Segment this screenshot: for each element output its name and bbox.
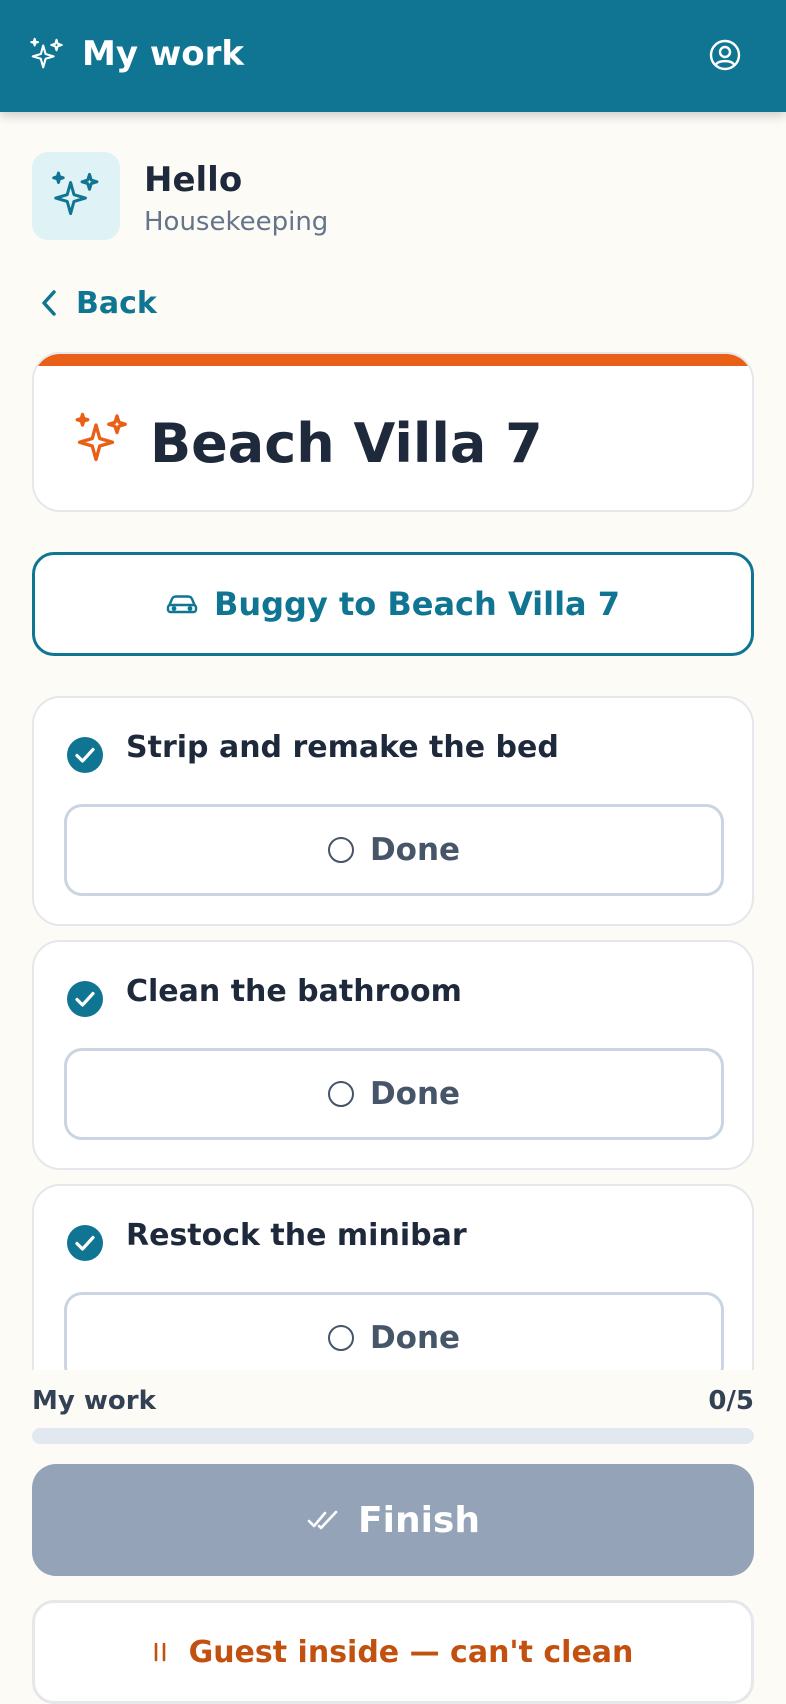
check-circle-icon: [67, 737, 103, 773]
radio-circle-icon: [327, 1081, 354, 1107]
finish-button[interactable]: Finish: [32, 1464, 754, 1576]
back-label: Back: [76, 285, 157, 321]
pause-icon: [154, 1642, 165, 1662]
check-circle-icon: [67, 1225, 103, 1261]
buggy-button[interactable]: Buggy to Beach Villa 7: [32, 552, 754, 656]
task-card: Clean the bathroom Done: [32, 940, 754, 1170]
task-card: Restock the minibar Done: [32, 1184, 754, 1370]
guest-inside-button[interactable]: Guest inside — can't clean: [32, 1600, 754, 1704]
check-circle-icon: [67, 981, 103, 1017]
progress-count: 0/5: [708, 1386, 754, 1416]
progress-label: My work: [32, 1386, 156, 1416]
done-button[interactable]: Done: [64, 804, 724, 896]
car-icon: [166, 595, 198, 614]
done-button[interactable]: Done: [64, 1292, 724, 1370]
app-header: My work: [0, 0, 786, 112]
room-card: Beach Villa 7: [32, 352, 754, 512]
buggy-label: Buggy to Beach Villa 7: [213, 585, 621, 623]
radio-circle-icon: [327, 1325, 354, 1351]
greeting-title: Hello: [144, 160, 243, 200]
done-label: Done: [369, 1320, 461, 1356]
bottom-action-panel: My work 0/5 Finish Guest inside — can't …: [0, 1372, 786, 1704]
done-label: Done: [369, 1076, 461, 1112]
task-list[interactable]: Strip and remake the bed Done Clean the …: [0, 690, 786, 1370]
progress-bar: [32, 1428, 754, 1444]
task-label: Clean the bathroom: [126, 974, 462, 1009]
greeting-avatar: [32, 152, 120, 240]
guest-inside-label: Guest inside — can't clean: [188, 1634, 634, 1670]
sparkles-icon: [52, 171, 99, 216]
task-label: Strip and remake the bed: [126, 730, 559, 765]
room-name: Beach Villa 7: [150, 412, 543, 475]
room-accent-bar: [34, 354, 752, 366]
page-title: My work: [82, 34, 244, 74]
sparkles-icon: [75, 412, 127, 462]
greeting-subtitle: Housekeeping: [144, 207, 329, 237]
task-label: Restock the minibar: [126, 1218, 467, 1253]
back-link[interactable]: Back: [40, 283, 157, 323]
done-button[interactable]: Done: [64, 1048, 724, 1140]
task-card: Strip and remake the bed Done: [32, 696, 754, 926]
user-circle-icon[interactable]: [708, 38, 742, 72]
chevron-left-icon: [42, 290, 56, 316]
double-check-icon: [307, 1510, 338, 1530]
finish-label: Finish: [358, 1499, 480, 1541]
radio-circle-icon: [327, 837, 354, 863]
sparkles-icon: [30, 37, 63, 69]
done-label: Done: [369, 832, 461, 868]
